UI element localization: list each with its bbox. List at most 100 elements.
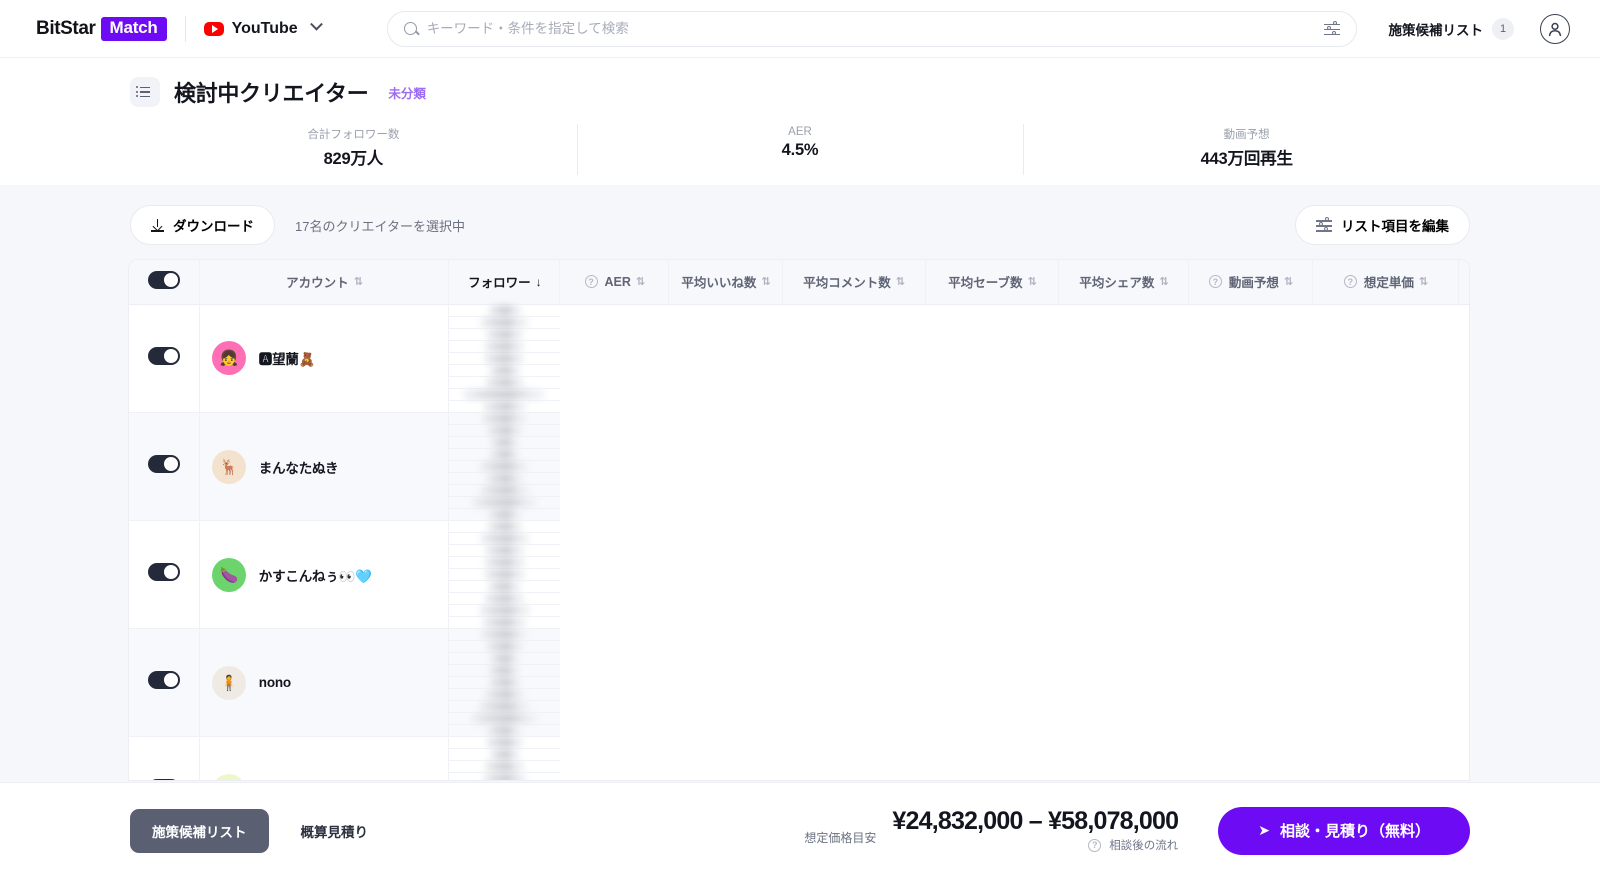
tab-estimate[interactable]: 概算見積り bbox=[301, 821, 369, 841]
row-select-toggle[interactable] bbox=[147, 455, 180, 473]
select-all-toggle[interactable] bbox=[147, 271, 180, 290]
column-header-avg-posts[interactable]: ? 平均投稿数 ⇅ bbox=[1458, 260, 1469, 305]
metric-cell-share bbox=[449, 472, 560, 485]
sort-icon[interactable]: ⇅ bbox=[354, 275, 363, 288]
chevron-down-icon bbox=[309, 17, 323, 31]
row-select-toggle[interactable] bbox=[147, 671, 180, 689]
account-cell[interactable]: 🧍 nono bbox=[199, 628, 450, 737]
consult-estimate-button[interactable]: ➤ 相談・見積り（無料） bbox=[1218, 806, 1470, 855]
column-header-followers[interactable]: フォロワー ↓ bbox=[448, 260, 561, 305]
metric-cell-share bbox=[449, 580, 560, 593]
column-header-estimated-price[interactable]: ? 想定単価 ⇅ bbox=[1312, 260, 1459, 305]
sort-icon-desc[interactable]: ↓ bbox=[536, 275, 542, 289]
candidate-list-link[interactable]: 施策候補リスト bbox=[1389, 19, 1484, 39]
table-row[interactable]: 👶 ぽるぽるちゃん🐛🍡 bbox=[129, 736, 1469, 782]
column-header-avg-shares[interactable]: 平均シェア数 ⇅ bbox=[1058, 260, 1189, 305]
metric-cell-aer bbox=[449, 316, 560, 329]
metric-cell-fol bbox=[449, 736, 560, 749]
column-header-avg-saves[interactable]: 平均セーブ数 ⇅ bbox=[925, 260, 1060, 305]
redacted-value bbox=[484, 592, 526, 604]
sort-icon[interactable]: ⇅ bbox=[636, 275, 645, 288]
column-header-select-all[interactable] bbox=[129, 260, 200, 305]
account-cell[interactable]: 👧 🅰望蘭🧸 bbox=[199, 304, 450, 413]
edit-columns-button[interactable]: リスト項目を編集 bbox=[1295, 205, 1470, 245]
platform-selector[interactable]: YouTube bbox=[203, 17, 323, 38]
table-toolbar: ダウンロード 17名のクリエイターを選択中 リスト項目を編集 bbox=[0, 185, 1600, 259]
metric-cell-post bbox=[449, 508, 560, 521]
column-label: 平均シェア数 bbox=[1079, 276, 1155, 291]
selection-count-text: 17名のクリエイターを選択中 bbox=[295, 218, 465, 234]
send-icon: ➤ bbox=[1258, 822, 1270, 838]
help-circle-icon[interactable]: ? bbox=[1343, 275, 1357, 289]
top-navigation-bar: BitStar Match YouTube 施策候補リスト 1 bbox=[0, 0, 1600, 58]
account-cell[interactable]: 👶 ぽるぽるちゃん🐛🍡 bbox=[199, 736, 450, 782]
redacted-value bbox=[484, 472, 525, 484]
help-circle-icon[interactable]: ? bbox=[584, 275, 598, 289]
metric-cell-cmt bbox=[449, 448, 560, 461]
redacted-value bbox=[485, 328, 524, 340]
metric-cell-fol bbox=[449, 412, 560, 425]
redacted-value bbox=[482, 772, 527, 780]
download-label: ダウンロード bbox=[173, 219, 254, 234]
sort-icon[interactable]: ⇅ bbox=[1284, 275, 1293, 288]
metric-cell-pred bbox=[449, 700, 560, 713]
column-header-video-forecast[interactable]: ? 動画予想 ⇅ bbox=[1188, 260, 1314, 305]
column-header-avg-comments[interactable]: 平均コメント数 ⇅ bbox=[782, 260, 926, 305]
brand-logo[interactable]: BitStar Match bbox=[36, 16, 167, 41]
table-row[interactable]: 🦌 まんなたぬき bbox=[129, 412, 1469, 521]
stat-value: 4.5% bbox=[781, 141, 819, 159]
table-row[interactable]: 🧍 nono bbox=[129, 628, 1469, 737]
stat-label: 動画予想 bbox=[1223, 129, 1270, 141]
redacted-value bbox=[488, 652, 521, 664]
help-circle-icon[interactable]: ? bbox=[1208, 275, 1222, 289]
sort-icon[interactable]: ⇅ bbox=[1419, 275, 1428, 288]
account-cell[interactable]: 🦌 まんなたぬき bbox=[199, 412, 450, 521]
row-select-toggle[interactable] bbox=[147, 779, 180, 780]
flow-link[interactable]: ? 相談後の流れ bbox=[1088, 837, 1178, 853]
tab-candidate-list[interactable]: 施策候補リスト bbox=[130, 808, 269, 853]
metric-cell-share bbox=[449, 364, 560, 377]
redacted-value bbox=[484, 376, 525, 388]
row-select-cell[interactable] bbox=[129, 736, 200, 780]
account-name: まんなたぬき bbox=[258, 460, 339, 476]
row-select-toggle[interactable] bbox=[147, 346, 180, 365]
filter-sliders-icon[interactable] bbox=[1323, 20, 1340, 36]
redacted-value bbox=[480, 316, 530, 328]
page-header: 検討中クリエイター 未分類 合計フォロワー数 829万人 AER 4.5% 動画… bbox=[0, 58, 1600, 185]
table-header-row: アカウント ⇅ フォロワー ↓ ? AER ⇅ 平均いいね数 ⇅ 平均コメント数… bbox=[129, 260, 1469, 305]
redacted-value bbox=[488, 448, 521, 460]
search-bar[interactable] bbox=[386, 10, 1357, 47]
column-header-avg-likes[interactable]: 平均いいね数 ⇅ bbox=[668, 260, 783, 305]
search-input[interactable] bbox=[426, 21, 1324, 36]
column-label: 平均いいね数 bbox=[681, 276, 757, 291]
metric-cell-pred bbox=[449, 484, 560, 497]
download-button[interactable]: ダウンロード bbox=[130, 205, 275, 245]
row-select-cell[interactable] bbox=[129, 412, 200, 521]
metric-cell-cost bbox=[449, 712, 560, 725]
metric-cell-fol bbox=[449, 628, 560, 641]
sort-icon[interactable]: ⇅ bbox=[1159, 275, 1168, 288]
row-select-cell[interactable] bbox=[129, 520, 200, 629]
account-name: ぽるぽるちゃん🐛🍡 bbox=[259, 781, 385, 782]
account-cell[interactable]: 🍆 かすこんねぅ👀🩵 bbox=[199, 520, 450, 629]
sort-icon[interactable]: ⇅ bbox=[761, 275, 770, 288]
metric-cell-save bbox=[449, 352, 560, 365]
redacted-value bbox=[485, 736, 524, 748]
user-avatar-icon[interactable] bbox=[1540, 13, 1570, 44]
table-row[interactable]: 👧 🅰望蘭🧸 bbox=[129, 304, 1469, 413]
table-row[interactable]: 🍆 かすこんねぅ👀🩵 bbox=[129, 520, 1469, 629]
row-select-toggle[interactable] bbox=[147, 563, 180, 581]
redacted-value bbox=[487, 676, 522, 688]
sort-icon[interactable]: ⇅ bbox=[896, 275, 905, 288]
metric-cell-aer bbox=[449, 424, 560, 437]
row-select-cell[interactable] bbox=[129, 628, 200, 737]
metric-cell-post bbox=[449, 724, 560, 737]
redacted-value bbox=[463, 388, 547, 400]
creator-table-container[interactable]: アカウント ⇅ フォロワー ↓ ? AER ⇅ 平均いいね数 ⇅ 平均コメント数… bbox=[128, 259, 1470, 781]
redacted-value bbox=[487, 304, 522, 316]
column-header-account[interactable]: アカウント ⇅ bbox=[199, 260, 450, 305]
sort-icon[interactable]: ⇅ bbox=[1027, 275, 1036, 288]
column-header-aer[interactable]: ? AER ⇅ bbox=[559, 260, 670, 305]
row-select-cell[interactable] bbox=[129, 304, 200, 413]
redacted-value bbox=[478, 484, 531, 496]
